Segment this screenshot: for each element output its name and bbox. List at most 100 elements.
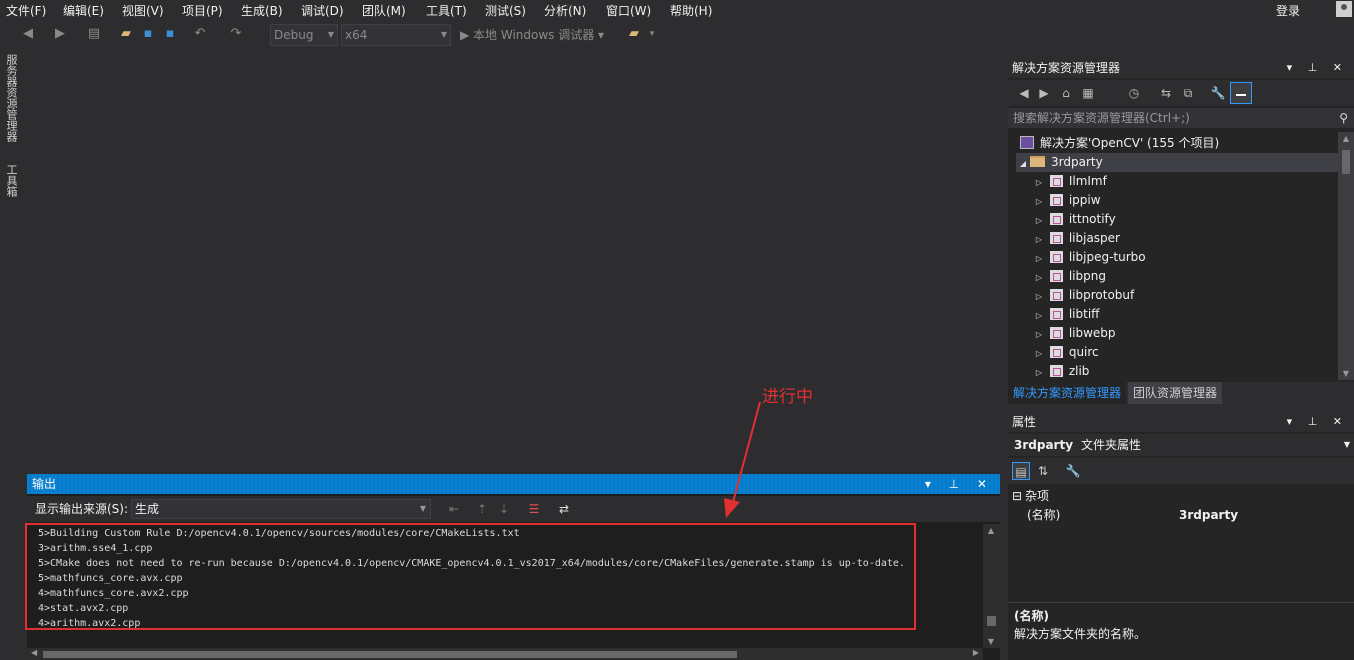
clear-all-icon[interactable]: ☰ xyxy=(525,500,543,518)
collapsed-arrow-icon[interactable]: ▷ xyxy=(1032,249,1046,268)
home-icon[interactable]: ⌂ xyxy=(1058,85,1074,101)
property-name: (名称) xyxy=(1027,508,1061,522)
collapse-category-icon[interactable]: ⊟ xyxy=(1012,487,1022,505)
panel-window-buttons[interactable]: ▾ ⊥ ✕ xyxy=(1287,412,1348,432)
tree-item-project[interactable]: ▷ libjpeg-turbo xyxy=(1032,248,1146,267)
sync-icon[interactable]: ⇆ xyxy=(1158,85,1174,101)
collapsed-arrow-icon[interactable]: ▷ xyxy=(1032,363,1046,380)
solution-tree: 解决方案'OpenCV' (155 个项目) ◢ 3rdparty ▷ IlmIm… xyxy=(1008,132,1338,380)
tree-item-project[interactable]: ▷ libprotobuf xyxy=(1032,286,1134,305)
collapsed-arrow-icon[interactable]: ▷ xyxy=(1032,268,1046,287)
property-value[interactable]: 3rdparty xyxy=(1179,506,1238,525)
menu-window[interactable]: 窗口(W) xyxy=(606,2,651,19)
tree-item-project[interactable]: ▷ libjasper xyxy=(1032,229,1120,248)
menu-team[interactable]: 团队(M) xyxy=(362,2,406,19)
collapsed-arrow-icon[interactable]: ▷ xyxy=(1032,192,1046,211)
scroll-up-icon[interactable]: ▲ xyxy=(983,526,999,535)
scroll-up-icon[interactable]: ▲ xyxy=(1338,134,1354,143)
output-source-dropdown[interactable]: 生成 ▼ xyxy=(131,499,431,519)
tree-item-project[interactable]: ▷ libpng xyxy=(1032,267,1106,286)
scrollbar-thumb[interactable] xyxy=(1342,150,1350,174)
scroll-down-icon[interactable]: ▼ xyxy=(1338,369,1354,378)
toolbar-options-icon[interactable]: ▾ xyxy=(644,26,660,42)
menu-debug[interactable]: 调试(D) xyxy=(301,2,344,19)
login-link[interactable]: 登录 xyxy=(1276,2,1300,19)
start-debugger-button[interactable]: ▶ 本地 Windows 调试器 ▾ xyxy=(460,26,604,43)
menu-tools[interactable]: 工具(T) xyxy=(426,2,467,19)
tree-item-project[interactable]: ▷ libwebp xyxy=(1032,324,1116,343)
menu-help[interactable]: 帮助(H) xyxy=(670,2,712,19)
properties-title: 属性 ▾ ⊥ ✕ xyxy=(1008,412,1354,432)
tab-team-explorer[interactable]: 团队资源管理器 xyxy=(1128,382,1223,404)
back-icon[interactable]: ◀ xyxy=(20,26,36,42)
collapsed-arrow-icon[interactable]: ▷ xyxy=(1032,173,1046,192)
menu-edit[interactable]: 编辑(E) xyxy=(63,2,104,19)
redo-icon[interactable]: ↷ xyxy=(228,26,244,42)
account-icon[interactable] xyxy=(1336,1,1352,17)
find-in-files-icon[interactable]: ▰ xyxy=(626,26,642,42)
menu-build[interactable]: 生成(B) xyxy=(241,2,283,19)
menu-file[interactable]: 文件(F) xyxy=(6,2,46,19)
properties-title-text: 属性 xyxy=(1012,415,1037,429)
collapsed-arrow-icon[interactable]: ▷ xyxy=(1032,325,1046,344)
search-icon[interactable]: ⚲ xyxy=(1339,108,1348,128)
properties-object-selector[interactable]: 3rdparty 文件夹属性 ▼ xyxy=(1008,434,1354,456)
back-icon[interactable]: ◀ xyxy=(1016,85,1032,101)
save-all-icon[interactable]: ▪ xyxy=(162,26,178,42)
collapse-all-icon[interactable]: ⧉ xyxy=(1180,85,1196,101)
tree-item-project[interactable]: ▷ zlib xyxy=(1032,362,1090,380)
scroll-left-icon[interactable]: ◀ xyxy=(31,648,37,657)
categorized-icon[interactable]: ▤ xyxy=(1012,462,1030,480)
solution-explorer-search-input[interactable]: 搜索解决方案资源管理器(Ctrl+;) ⚲ xyxy=(1008,108,1354,128)
undo-icon[interactable]: ↶ xyxy=(192,26,208,42)
solution-config-dropdown[interactable]: Debug ▼ xyxy=(270,24,338,46)
tree-item-project[interactable]: ▷ ittnotify xyxy=(1032,210,1116,229)
tree-item-project[interactable]: ▷ libtiff xyxy=(1032,305,1100,325)
property-pages-icon[interactable]: 🔧 xyxy=(1064,462,1082,480)
menu-analyze[interactable]: 分析(N) xyxy=(544,2,586,19)
output-horizontal-scrollbar[interactable]: ◀ ▶ xyxy=(27,648,983,660)
tree-item-3rdparty[interactable]: ◢ 3rdparty xyxy=(1016,153,1338,172)
tree-item-project[interactable]: ▷ quirc xyxy=(1032,343,1099,362)
panel-window-buttons[interactable]: ▾ ⊥ ✕ xyxy=(1287,58,1348,78)
platform-dropdown[interactable]: x64 ▼ xyxy=(341,24,451,46)
pending-changes-icon[interactable]: ◷ xyxy=(1126,85,1142,101)
solution-tree-scrollbar[interactable]: ▲ ▼ xyxy=(1338,132,1354,380)
preview-selected-icon[interactable] xyxy=(1230,82,1252,104)
toolbox-tab[interactable]: 工具箱 xyxy=(5,164,19,200)
server-explorer-tab[interactable]: 服务器资源管理器 xyxy=(5,54,19,158)
word-wrap-icon[interactable]: ⇄ xyxy=(555,500,573,518)
expanded-arrow-icon[interactable]: ◢ xyxy=(1016,154,1030,173)
panel-window-buttons[interactable]: ▾ ⊥ ✕ xyxy=(925,474,994,494)
category-header[interactable]: ⊟ 杂项 xyxy=(1012,487,1049,505)
tree-item-solution[interactable]: 解决方案'OpenCV' (155 个项目) xyxy=(1020,134,1219,153)
tab-solution-explorer[interactable]: 解决方案资源管理器 xyxy=(1008,382,1127,404)
collapsed-arrow-icon[interactable]: ▷ xyxy=(1032,287,1046,306)
menu-test[interactable]: 测试(S) xyxy=(485,2,526,19)
scroll-right-icon[interactable]: ▶ xyxy=(973,648,979,657)
switch-views-icon[interactable]: ▦ xyxy=(1080,85,1096,101)
property-row[interactable]: (名称) 3rdparty xyxy=(1008,506,1354,525)
forward-icon[interactable]: ▶ xyxy=(1036,85,1052,101)
go-to-error-icon[interactable]: ⇤ xyxy=(445,500,463,518)
scroll-down-icon[interactable]: ▼ xyxy=(983,637,999,646)
properties-wrench-icon[interactable]: 🔧 xyxy=(1210,85,1226,101)
menu-project[interactable]: 项目(P) xyxy=(182,2,223,19)
menu-view[interactable]: 视图(V) xyxy=(122,2,164,19)
scrollbar-thumb[interactable] xyxy=(43,651,737,658)
collapsed-arrow-icon[interactable]: ▷ xyxy=(1032,211,1046,230)
collapsed-arrow-icon[interactable]: ▷ xyxy=(1032,230,1046,249)
next-message-icon[interactable]: ⇣ xyxy=(495,500,513,518)
new-project-icon[interactable]: ▤ xyxy=(86,26,102,42)
forward-icon[interactable]: ▶ xyxy=(52,26,68,42)
output-vertical-scrollbar[interactable]: ▲ ▼ xyxy=(983,524,1000,648)
tree-item-project[interactable]: ▷ IlmImf xyxy=(1032,172,1107,191)
alphabetical-icon[interactable]: ⇅ xyxy=(1034,462,1052,480)
tree-item-project[interactable]: ▷ ippiw xyxy=(1032,191,1101,210)
collapsed-arrow-icon[interactable]: ▷ xyxy=(1032,344,1046,363)
open-file-icon[interactable]: ▰ xyxy=(118,26,134,42)
save-icon[interactable]: ▪ xyxy=(140,26,156,42)
collapsed-arrow-icon[interactable]: ▷ xyxy=(1032,306,1046,325)
scrollbar-thumb[interactable] xyxy=(987,616,996,626)
previous-message-icon[interactable]: ⇡ xyxy=(473,500,491,518)
